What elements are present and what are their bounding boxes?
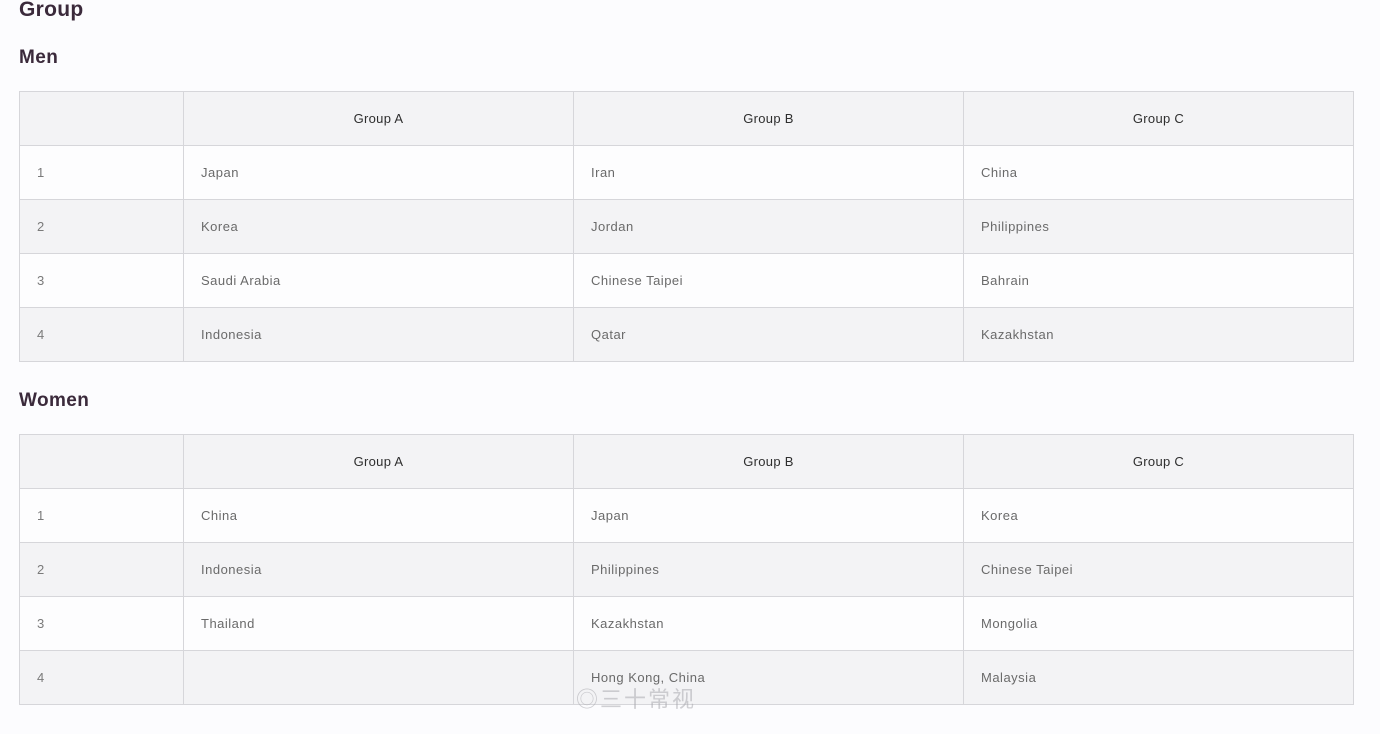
team-cell: Korea [963, 488, 1354, 543]
women-groups-table: Group A Group B Group C 1 China Japan Ko… [19, 434, 1354, 705]
team-cell: Hong Kong, China [573, 650, 964, 705]
rank-cell: 1 [19, 145, 184, 200]
team-cell: Indonesia [183, 542, 574, 597]
team-cell: Japan [573, 488, 964, 543]
table-row: 4 Indonesia Qatar Kazakhstan [19, 307, 1354, 362]
team-cell: Kazakhstan [573, 596, 964, 651]
rank-header [19, 434, 184, 489]
page-title: Group [19, 0, 84, 21]
women-section-title: Women [19, 390, 90, 411]
table-row: 2 Korea Jordan Philippines [19, 199, 1354, 254]
table-row: 1 Japan Iran China [19, 145, 1354, 200]
team-cell: Qatar [573, 307, 964, 362]
group-c-header: Group C [963, 91, 1354, 146]
table-row: 1 China Japan Korea [19, 488, 1354, 543]
team-cell: China [183, 488, 574, 543]
table-row: 3 Thailand Kazakhstan Mongolia [19, 596, 1354, 651]
group-c-header: Group C [963, 434, 1354, 489]
rank-header [19, 91, 184, 146]
team-cell: Korea [183, 199, 574, 254]
men-section-title: Men [19, 47, 59, 68]
table-row: 2 Indonesia Philippines Chinese Taipei [19, 542, 1354, 597]
team-cell: Thailand [183, 596, 574, 651]
table-row: 3 Saudi Arabia Chinese Taipei Bahrain [19, 253, 1354, 308]
table-header-row: Group A Group B Group C [19, 91, 1354, 146]
table-header-row: Group A Group B Group C [19, 434, 1354, 489]
rank-cell: 4 [19, 650, 184, 705]
team-cell: Philippines [573, 542, 964, 597]
team-cell: Chinese Taipei [963, 542, 1354, 597]
team-cell: Saudi Arabia [183, 253, 574, 308]
rank-cell: 1 [19, 488, 184, 543]
team-cell: Kazakhstan [963, 307, 1354, 362]
group-a-header: Group A [183, 434, 574, 489]
team-cell: Chinese Taipei [573, 253, 964, 308]
group-a-header: Group A [183, 91, 574, 146]
team-cell: Japan [183, 145, 574, 200]
table-row: 4 Hong Kong, China Malaysia [19, 650, 1354, 705]
men-groups-table: Group A Group B Group C 1 Japan Iran Chi… [19, 91, 1354, 362]
team-cell: Jordan [573, 199, 964, 254]
rank-cell: 2 [19, 542, 184, 597]
group-b-header: Group B [573, 91, 964, 146]
team-cell: Iran [573, 145, 964, 200]
rank-cell: 2 [19, 199, 184, 254]
rank-cell: 4 [19, 307, 184, 362]
team-cell: China [963, 145, 1354, 200]
team-cell: Mongolia [963, 596, 1354, 651]
team-cell: Bahrain [963, 253, 1354, 308]
rank-cell: 3 [19, 253, 184, 308]
team-cell: Philippines [963, 199, 1354, 254]
rank-cell: 3 [19, 596, 184, 651]
team-cell: Indonesia [183, 307, 574, 362]
team-cell: Malaysia [963, 650, 1354, 705]
group-b-header: Group B [573, 434, 964, 489]
team-cell [183, 650, 574, 705]
